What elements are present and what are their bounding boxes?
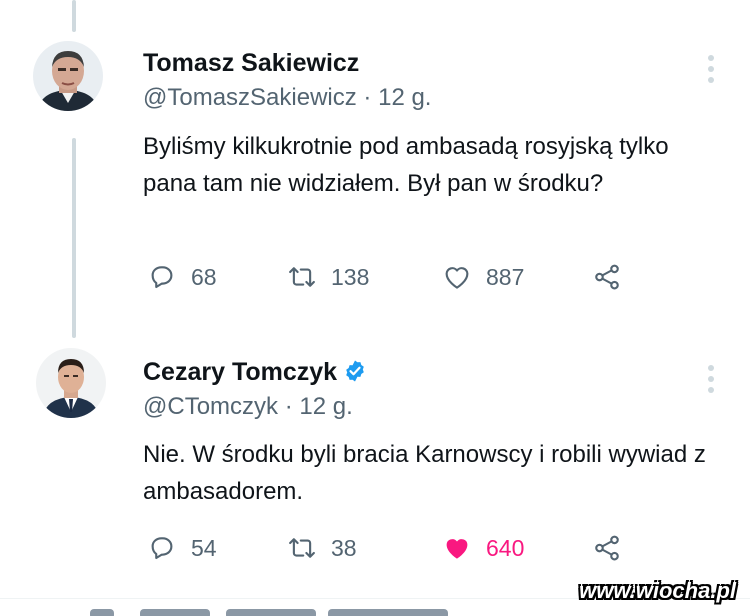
tweet-actions: 68 138 887 bbox=[147, 260, 627, 294]
avatar-photo bbox=[36, 348, 106, 418]
tweet-text: Nie. W środku byli bracia Karnowscy i ro… bbox=[143, 441, 706, 505]
avatar[interactable] bbox=[36, 348, 106, 418]
tweet-time[interactable]: 12 g. bbox=[378, 84, 431, 111]
retweet-button[interactable]: 38 bbox=[287, 531, 357, 565]
reply-icon bbox=[151, 266, 173, 289]
heart-filled-icon bbox=[446, 539, 468, 559]
tweet-meta: @TomaszSakiewicz · 12 g. bbox=[143, 84, 431, 112]
avatar-photo bbox=[33, 41, 103, 111]
reply-count: 54 bbox=[191, 534, 217, 561]
author-name-text: Cezary Tomczyk bbox=[143, 358, 338, 386]
share-icon bbox=[595, 535, 619, 561]
author-name[interactable]: Cezary Tomczyk bbox=[143, 358, 367, 387]
share-button[interactable] bbox=[592, 531, 622, 565]
author-handle[interactable]: @TomaszSakiewicz bbox=[143, 84, 357, 111]
thread-line-middle bbox=[72, 138, 76, 338]
meta-separator: · bbox=[363, 84, 372, 111]
retweet-count: 138 bbox=[331, 263, 370, 290]
share-icon bbox=[595, 264, 619, 290]
like-button[interactable]: 887 bbox=[442, 260, 524, 294]
like-count: 640 bbox=[486, 534, 525, 561]
share-button[interactable] bbox=[592, 260, 622, 294]
next-item-peek bbox=[90, 601, 470, 616]
verified-badge-icon[interactable] bbox=[343, 359, 367, 383]
heart-outline-icon bbox=[445, 267, 469, 289]
author-name[interactable]: Tomasz Sakiewicz bbox=[143, 49, 359, 78]
tweet-time[interactable]: 12 g. bbox=[299, 393, 352, 420]
avatar[interactable] bbox=[33, 41, 103, 111]
retweet-button[interactable]: 138 bbox=[287, 260, 369, 294]
like-count: 887 bbox=[486, 263, 525, 290]
tweet-text: Byliśmy kilkukrotnie pod ambasadą rosyjs… bbox=[143, 133, 669, 197]
retweet-count: 38 bbox=[331, 534, 357, 561]
reply-button[interactable]: 54 bbox=[147, 531, 217, 565]
thread-line-top bbox=[72, 0, 76, 32]
meta-separator: · bbox=[284, 393, 293, 420]
reply-button[interactable]: 68 bbox=[147, 260, 217, 294]
retweet-icon bbox=[289, 267, 315, 287]
watermark: www.wiocha.pl bbox=[579, 578, 736, 603]
reply-icon bbox=[151, 537, 173, 560]
more-options-button[interactable] bbox=[701, 362, 721, 396]
tweet-actions: 54 38 640 bbox=[147, 531, 627, 565]
author-handle[interactable]: @CTomczyk bbox=[143, 393, 278, 420]
retweet-icon bbox=[289, 538, 315, 558]
like-button[interactable]: 640 bbox=[442, 531, 524, 565]
more-options-button[interactable] bbox=[701, 52, 721, 86]
reply-count: 68 bbox=[191, 263, 217, 290]
tweet-meta: @CTomczyk · 12 g. bbox=[143, 393, 353, 421]
